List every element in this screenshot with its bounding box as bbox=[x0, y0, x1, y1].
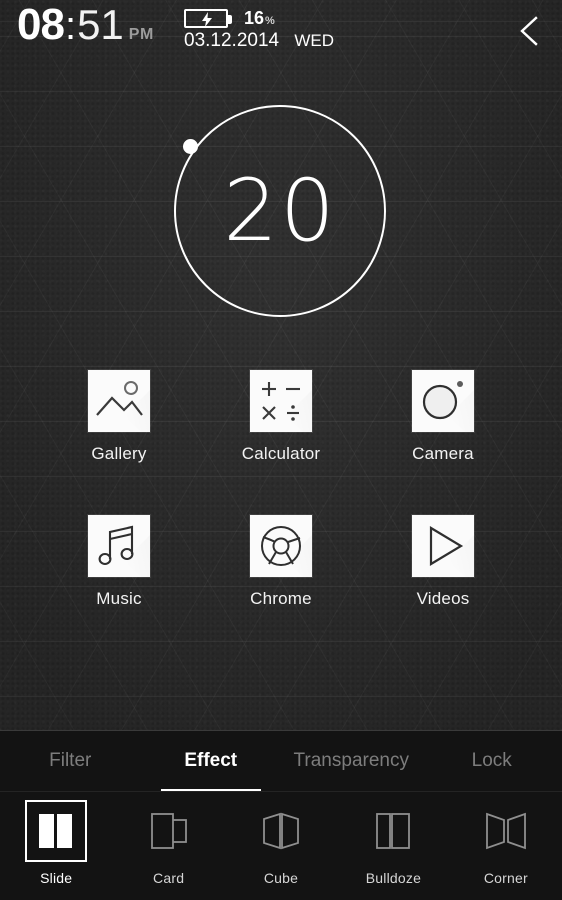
effect-label: Slide bbox=[40, 870, 73, 886]
app-label: Chrome bbox=[250, 589, 312, 608]
effect-bulldoze-icon bbox=[362, 800, 424, 862]
effect-option-cube[interactable]: Cube bbox=[225, 792, 337, 900]
battery-percent: 16% bbox=[244, 8, 275, 29]
music-note-icon[interactable] bbox=[88, 515, 150, 577]
battery-row: 16% bbox=[184, 8, 334, 28]
calculator-icon[interactable] bbox=[250, 370, 312, 432]
effect-option-card[interactable]: Card bbox=[112, 792, 224, 900]
date-value: 03.12.2014 bbox=[184, 30, 280, 51]
app-row-1: Gallery Calculator Camera bbox=[0, 370, 562, 464]
cube-glyph bbox=[263, 812, 299, 850]
tab-label: Lock bbox=[471, 749, 512, 771]
tab-transparency[interactable]: Transparency bbox=[281, 730, 422, 791]
play-triangle-icon[interactable] bbox=[412, 515, 474, 577]
effect-slide-icon bbox=[25, 800, 88, 862]
app-music[interactable]: Music bbox=[63, 515, 175, 609]
camera-icon[interactable] bbox=[412, 370, 474, 432]
percent-symbol: % bbox=[265, 14, 275, 27]
corner-glyph bbox=[485, 812, 526, 850]
card-glyph bbox=[150, 813, 187, 849]
effect-options: Slide Card Cube Bulldoze Corner bbox=[0, 792, 562, 900]
gallery-glyph bbox=[96, 381, 143, 416]
music-glyph bbox=[98, 525, 134, 566]
app-label: Music bbox=[96, 589, 142, 608]
lockscreen-preview-screen: 08 : 51 PM 16% 03.12.2014 WED 20 Gallery… bbox=[0, 0, 562, 900]
slide-glyph bbox=[39, 814, 73, 848]
app-camera[interactable]: Camera bbox=[387, 370, 499, 464]
chrome-icon[interactable] bbox=[250, 515, 312, 577]
tab-label: Filter bbox=[49, 749, 92, 771]
effect-label: Cube bbox=[263, 870, 299, 886]
lightning-bolt-icon bbox=[202, 11, 212, 27]
calculator-glyph bbox=[262, 382, 300, 421]
videos-glyph bbox=[429, 526, 464, 566]
app-calculator[interactable]: Calculator bbox=[225, 370, 337, 464]
effect-cube-icon bbox=[250, 800, 312, 862]
clock-hours: 08 bbox=[17, 0, 65, 49]
effect-corner-icon bbox=[475, 800, 537, 862]
effect-option-bulldoze[interactable]: Bulldoze bbox=[337, 792, 449, 900]
effect-card-icon bbox=[138, 800, 200, 862]
chevron-left-icon[interactable] bbox=[516, 15, 542, 47]
effect-label: Corner bbox=[483, 870, 528, 886]
ring-widget[interactable]: 20 bbox=[174, 105, 386, 317]
sheet-tabs: Filter Effect Transparency Lock bbox=[0, 730, 562, 791]
battery-charging-icon bbox=[184, 8, 232, 28]
app-label: Calculator bbox=[241, 444, 321, 463]
battery-percent-value: 16 bbox=[244, 7, 265, 28]
gallery-icon[interactable] bbox=[88, 370, 150, 432]
status-bar: 08 : 51 PM 16% 03.12.2014 WED bbox=[0, 0, 562, 62]
effect-label: Bulldoze bbox=[365, 870, 422, 886]
clock-minutes: 51 bbox=[77, 1, 124, 48]
tab-lock[interactable]: Lock bbox=[422, 730, 562, 791]
date-row: 03.12.2014 WED bbox=[184, 30, 334, 52]
tab-filter[interactable]: Filter bbox=[0, 730, 141, 791]
day-of-week: WED bbox=[294, 31, 335, 50]
app-label: Gallery bbox=[91, 444, 147, 463]
effect-option-slide[interactable]: Slide bbox=[0, 792, 112, 900]
bulldoze-glyph bbox=[376, 813, 411, 849]
app-chrome[interactable]: Chrome bbox=[225, 515, 337, 609]
status-info: 16% 03.12.2014 WED bbox=[184, 8, 334, 52]
effect-label: Card bbox=[153, 870, 185, 886]
clock-ampm: PM bbox=[128, 26, 154, 43]
effect-settings-sheet: Filter Effect Transparency Lock Slide Ca… bbox=[0, 730, 562, 900]
clock: 08 : 51 PM bbox=[17, 3, 154, 47]
chrome-glyph bbox=[261, 526, 301, 566]
tab-effect[interactable]: Effect bbox=[141, 730, 282, 791]
clock-colon: : bbox=[64, 4, 77, 48]
camera-glyph bbox=[422, 381, 463, 420]
ring-value: 20 bbox=[223, 161, 337, 261]
app-label: Camera bbox=[412, 444, 474, 463]
app-gallery[interactable]: Gallery bbox=[63, 370, 175, 464]
tab-label: Effect bbox=[184, 749, 238, 771]
tab-label: Transparency bbox=[293, 749, 409, 771]
app-row-2: Music Chrome Videos bbox=[0, 515, 562, 609]
app-videos[interactable]: Videos bbox=[387, 515, 499, 609]
app-label: Videos bbox=[416, 589, 470, 608]
effect-option-corner[interactable]: Corner bbox=[450, 792, 562, 900]
